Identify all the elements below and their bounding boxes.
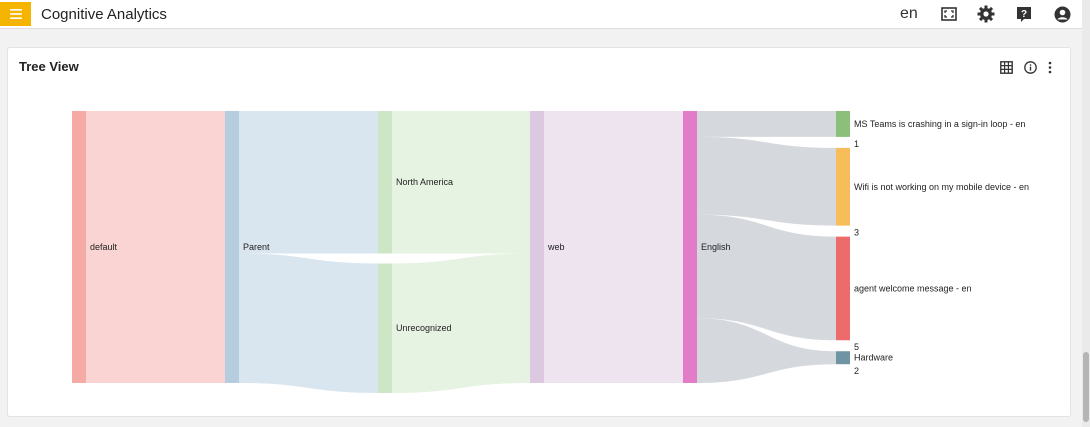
sankey-node-label-unrec: Unrecognized (396, 323, 452, 333)
fullscreen-button[interactable] (940, 5, 958, 23)
sankey-node-english[interactable] (683, 111, 697, 383)
sankey-node-unrec[interactable] (378, 263, 392, 393)
sankey-chart: default Parent North America Unrecognized we… (72, 111, 1029, 393)
account-icon (1054, 6, 1070, 22)
card-title: Tree View (19, 59, 79, 74)
sankey-node-value-ms: 1 (854, 139, 859, 149)
sankey-node-hw[interactable] (836, 351, 850, 365)
sankey-node-label-na: North America (396, 177, 453, 187)
sankey-node-wifi[interactable] (836, 147, 850, 226)
settings-icon (977, 5, 995, 23)
table-view-button[interactable] (998, 59, 1014, 75)
sankey-link-web-english[interactable] (544, 111, 683, 383)
sankey-node-label-english: English (701, 242, 731, 252)
account-button[interactable] (1053, 5, 1071, 23)
table-icon (999, 60, 1013, 74)
language-selector[interactable]: en (900, 5, 918, 23)
top-app-bar: Cognitive Analytics en ? (0, 0, 1082, 29)
tree-view-card: default Parent North America Unrecognized we… (7, 47, 1071, 417)
page-scrollbar[interactable] (1082, 0, 1090, 427)
sankey-node-label-default: default (90, 242, 118, 252)
sankey-node-label-web: web (547, 242, 565, 252)
sankey-node-ms[interactable] (836, 111, 850, 137)
sankey-node-label-ms: MS Teams is crashing in a sign-in loop -… (854, 119, 1025, 129)
sankey-node-value-agent: 5 (854, 342, 859, 352)
sankey-node-default[interactable] (72, 111, 86, 383)
menu-button[interactable] (0, 2, 31, 26)
svg-text:?: ? (1021, 9, 1027, 20)
menu-icon (9, 9, 22, 19)
info-button[interactable] (1022, 59, 1038, 75)
sankey-node-value-wifi: 3 (854, 228, 859, 238)
sankey-node-label-agent: agent welcome message - en (854, 283, 972, 293)
settings-button[interactable] (977, 5, 995, 23)
sankey-node-label-wifi: Wifi is not working on my mobile device … (854, 182, 1029, 192)
help-button[interactable]: ? (1015, 5, 1033, 23)
sankey-node-label-parent: Parent (243, 242, 270, 252)
sankey-link-parent-na[interactable] (239, 111, 378, 254)
sankey-link-parent-unrec[interactable] (239, 253, 378, 393)
more-options-button[interactable] (1042, 59, 1058, 75)
sankey-node-na[interactable] (378, 111, 392, 254)
sankey-node-label-hw: Hardware (854, 353, 893, 363)
sankey-node-web[interactable] (530, 111, 544, 383)
sankey-node-agent[interactable] (836, 236, 850, 341)
more-vertical-icon (1048, 61, 1052, 73)
fullscreen-icon (941, 7, 957, 21)
sankey-node-value-hw: 2 (854, 366, 859, 376)
info-icon (1023, 60, 1037, 74)
help-icon: ? (1017, 6, 1031, 22)
sankey-link-english-wifi[interactable] (697, 136, 836, 226)
scrollbar-thumb[interactable] (1083, 352, 1089, 422)
sankey-node-parent[interactable] (225, 111, 239, 383)
sankey-links (86, 111, 836, 393)
sankey-link-english-ms[interactable] (697, 111, 836, 137)
app-title: Cognitive Analytics (41, 6, 167, 23)
